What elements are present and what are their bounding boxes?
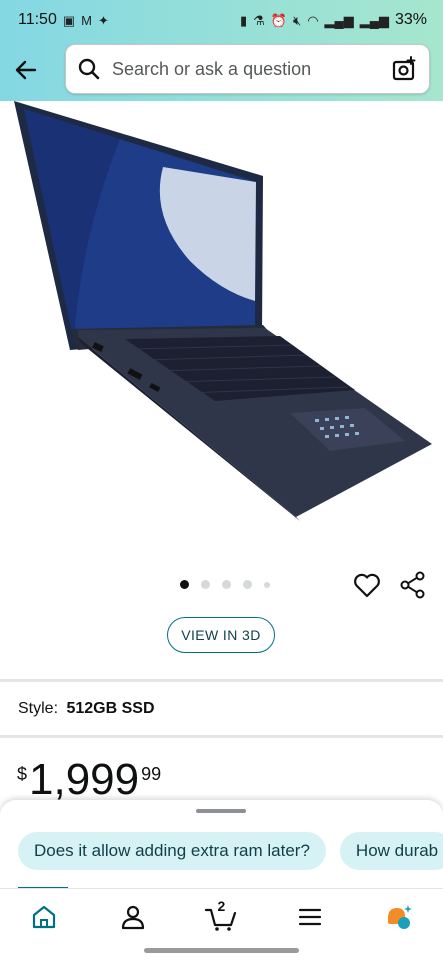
battery-level: 33%	[394, 11, 427, 28]
cart-count: 2	[217, 897, 226, 914]
question-chip[interactable]: Does it allow adding extra ram later?	[18, 832, 326, 870]
price-fraction: 99	[141, 764, 162, 784]
style-selector[interactable]: Style: 512GB SSD	[18, 700, 155, 718]
carousel-dot[interactable]	[222, 580, 231, 589]
price: $ 1,999 99	[17, 758, 161, 802]
rufus-assistant-icon	[387, 904, 412, 929]
laptop-image	[14, 101, 432, 521]
nav-rufus[interactable]	[374, 892, 424, 942]
arrow-left-icon	[15, 60, 37, 80]
carousel-dot[interactable]	[264, 581, 270, 588]
product-image[interactable]	[0, 101, 443, 561]
activity-icon: ✦	[98, 12, 109, 28]
carousel-dot[interactable]	[180, 580, 189, 589]
nav-cart[interactable]: 2	[196, 892, 246, 942]
search-placeholder: Search or ask a question	[112, 58, 312, 79]
suggested-questions: Does it allow adding extra ram later? Ho…	[18, 832, 443, 870]
share-icon	[400, 571, 425, 599]
app-header: 11:50 ▣ M ✦ ▮ ⚗ ⏰ 🔇︎ ◠ ▂▄▆ ▂▄▆ 33% Searc…	[0, 0, 443, 101]
question-chip[interactable]: How durab	[339, 832, 443, 870]
mute-icon: 🔇︎	[292, 12, 302, 28]
nav-account[interactable]	[108, 892, 158, 942]
heart-icon	[354, 573, 380, 598]
flask-icon: ⚗	[253, 12, 265, 28]
wishlist-button[interactable]	[352, 570, 382, 600]
status-bar: 11:50 ▣ M ✦ ▮ ⚗ ⏰ 🔇︎ ◠ ▂▄▆ ▂▄▆ 33%	[0, 0, 443, 40]
search-icon	[78, 58, 100, 80]
wifi-icon: ◠	[307, 12, 319, 28]
bottom-nav: 2	[0, 888, 443, 944]
style-value: 512GB SSD	[66, 700, 155, 717]
carousel-dot[interactable]	[243, 580, 252, 589]
status-time: 11:50	[18, 11, 57, 28]
view-in-3d-button[interactable]: VIEW IN 3D	[167, 617, 275, 653]
signal-icon-2: ▂▄▆	[359, 12, 389, 28]
carousel-dots[interactable]	[180, 580, 270, 589]
home-icon	[33, 905, 56, 928]
share-button[interactable]	[398, 570, 428, 600]
gallery-icon: ▣	[62, 12, 76, 28]
gmail-icon: M	[81, 12, 92, 28]
divider	[0, 679, 443, 682]
camera-icon	[392, 56, 416, 81]
gesture-bar	[144, 948, 299, 953]
person-icon	[121, 905, 144, 929]
back-button[interactable]	[0, 44, 52, 96]
sheet-drag-handle[interactable]	[196, 809, 246, 813]
question-sheet: Does it allow adding extra ram later? Ho…	[0, 800, 443, 900]
nav-home[interactable]	[19, 892, 69, 942]
divider	[0, 735, 443, 738]
search-header: Search or ask a question	[0, 40, 443, 100]
price-currency: $	[17, 764, 28, 784]
nav-menu[interactable]	[285, 892, 335, 942]
price-whole: 1,999	[29, 755, 140, 804]
camera-search-button[interactable]	[379, 56, 429, 82]
search-input[interactable]: Search or ask a question	[65, 44, 430, 94]
battery-saver-icon: ▮	[239, 12, 248, 28]
menu-icon	[298, 908, 322, 925]
alarm-icon: ⏰	[270, 12, 287, 28]
style-label: Style:	[18, 700, 59, 717]
carousel-dot[interactable]	[201, 580, 210, 589]
signal-icon: ▂▄▆	[324, 12, 354, 28]
